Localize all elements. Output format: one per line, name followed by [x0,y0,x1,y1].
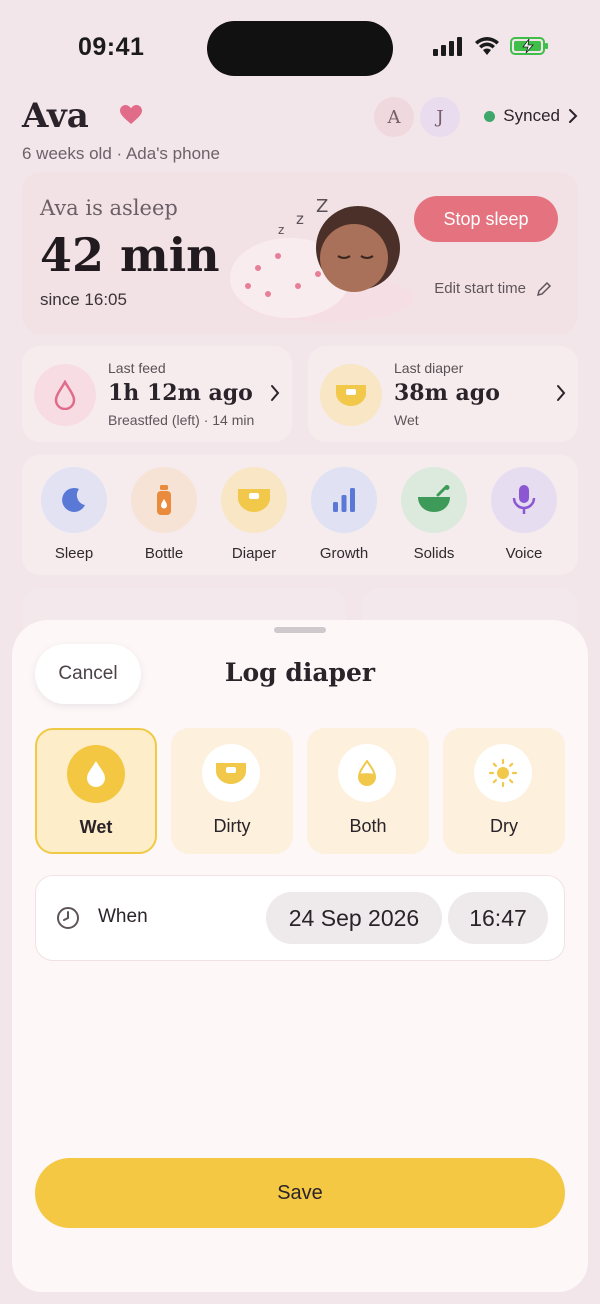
diaper-type-dirty[interactable]: Dirty [171,728,293,854]
heart-icon [120,105,142,124]
baby-name: Ava [22,96,89,136]
diaper-type-label: Dry [490,816,518,836]
when-row: When 24 Sep 2026 16:47 [35,875,565,961]
quick-actions: Sleep Bottle Diaper Growth Solids Voice [22,455,578,575]
svg-text:z: z [278,223,284,237]
quick-action-label: Voice [505,545,543,562]
diaper-type-wet[interactable]: Wet [35,728,157,854]
sun-icon [474,744,532,802]
quick-action-solids[interactable]: Solids [394,467,474,562]
avatar[interactable]: J [420,97,460,137]
svg-text:Z: Z [316,196,328,217]
drop-icon [67,745,125,803]
diaper-icon [221,467,287,533]
diaper-icon [320,364,382,426]
since-time: 16:05 [84,290,127,309]
last-feed-value: 1h 12m ago [108,380,253,406]
sheet-title: Log diaper [224,658,376,687]
cellular-signal-icon [433,37,462,56]
quick-action-sleep[interactable]: Sleep [34,467,114,562]
sync-status[interactable]: Synced [484,106,578,126]
diaper-icon [202,744,260,802]
sync-dot [484,110,496,122]
status-icons [432,36,550,56]
log-diaper-sheet: Cancel Log diaper Wet Dirty Both Dry Whe… [12,620,588,1292]
caregiver-avatars[interactable]: A J [368,97,460,137]
pencil-icon [536,281,552,296]
bar-chart-icon [311,467,377,533]
last-feed-card[interactable]: Last feed 1h 12m ago Breastfed (left) · … [22,346,292,442]
sleep-status-card: Ava is asleep 42 min since 16:05 z z Z S… [22,172,578,334]
sync-label: Synced [503,106,560,125]
last-diaper-detail: Wet [394,412,419,428]
quick-action-bottle[interactable]: Bottle [124,467,204,562]
sleeping-baby-illustration: z z Z [230,196,414,322]
last-feed-label: Last feed [108,360,166,376]
quick-action-label: Growth [319,545,369,562]
save-button[interactable]: Save [35,1158,565,1228]
half-drop-icon [338,744,396,802]
quick-action-label: Diaper [231,545,277,562]
quick-action-growth[interactable]: Growth [304,467,384,562]
moon-icon [41,467,107,533]
diaper-type-label: Dirty [213,816,251,836]
quick-action-label: Solids [413,545,455,562]
last-diaper-label: Last diaper [394,360,464,376]
quick-action-diaper[interactable]: Diaper [214,467,294,562]
diaper-type-label: Both [349,816,387,836]
last-diaper-card[interactable]: Last diaper 38m ago Wet [308,346,578,442]
edit-start-time-link[interactable]: Edit start time [434,280,552,297]
chevron-right-icon [271,385,280,401]
quick-action-label: Sleep [54,545,94,562]
profile-subline: 6 weeks old · Ada's phone [22,144,220,163]
sleep-duration: 42 min [40,228,220,282]
diaper-type-both[interactable]: Both [307,728,429,854]
time-picker[interactable]: 16:47 [448,892,548,944]
battery-charging-icon [510,37,548,55]
avatar[interactable]: A [374,97,414,137]
bottle-icon [131,467,197,533]
bowl-icon [401,467,467,533]
clock-icon [57,907,79,929]
when-label: When [98,906,148,927]
sleep-status-text: Ava is asleep [40,196,178,220]
quick-action-label: Bottle [144,545,184,562]
date-picker[interactable]: 24 Sep 2026 [266,892,442,944]
microphone-icon [491,467,557,533]
chevron-right-icon [569,109,578,123]
last-feed-detail: Breastfed (left) · 14 min [108,412,255,428]
profile-header: Ava 6 weeks old · Ada's phone A J Synced [22,96,578,166]
diaper-type-label: Wet [79,817,113,837]
sheet-grabber[interactable] [274,627,326,633]
stop-sleep-button[interactable]: Stop sleep [414,196,558,242]
edit-start-label: Edit start time [434,280,526,297]
since-prefix: since [40,290,80,309]
wifi-icon [475,37,499,55]
quick-action-voice[interactable]: Voice [484,467,564,562]
sleep-since: since 16:05 [40,290,127,310]
status-time: 09:41 [78,33,145,61]
last-diaper-value: 38m ago [394,380,500,406]
dynamic-island [207,21,393,76]
svg-text:z: z [296,210,304,228]
chevron-right-icon [557,385,566,401]
diaper-type-dry[interactable]: Dry [443,728,565,854]
feed-drop-icon [34,364,96,426]
status-bar: 09:41 [0,0,600,90]
